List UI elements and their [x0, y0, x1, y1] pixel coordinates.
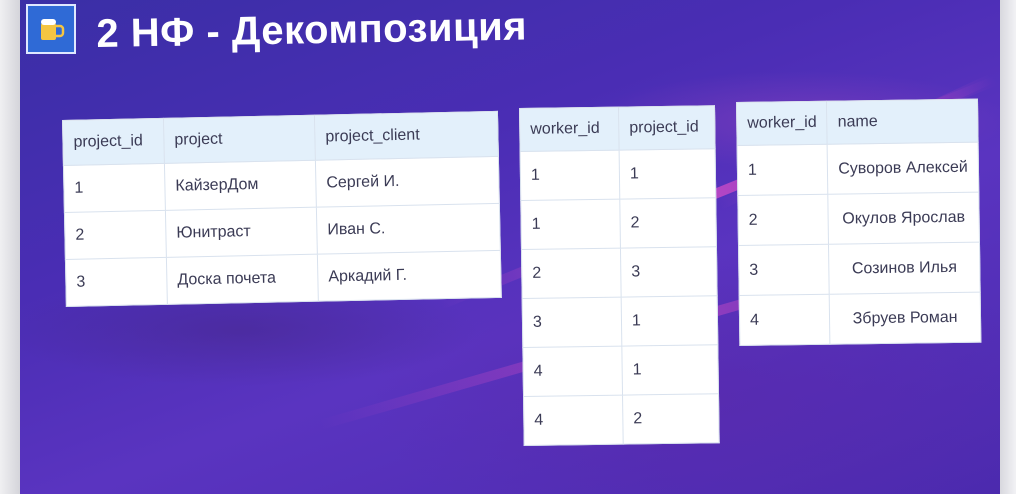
- table-cell: 1: [520, 199, 621, 250]
- table-cell: Окулов Ярослав: [828, 192, 980, 245]
- table-cell: 2: [521, 248, 622, 299]
- table-row: 1 1: [520, 148, 716, 201]
- table-row: 3 1: [522, 295, 718, 348]
- table-row: 2 Окулов Ярослав: [737, 192, 980, 246]
- table-cell: 2: [737, 194, 829, 246]
- worker-projects-table: worker_id project_id 1 1 1 2 2 3 3 1 4 1…: [519, 105, 720, 446]
- table-cell: 3: [522, 297, 622, 348]
- table-row: 3 Созинов Илья: [738, 242, 980, 296]
- table-row: 4 1: [522, 344, 719, 397]
- table-cell: 2: [64, 210, 167, 260]
- table-header-row: worker_id name: [736, 99, 978, 146]
- column-header: name: [826, 99, 978, 145]
- table-cell: Доска почета: [166, 254, 319, 305]
- workers-table: worker_id name 1 Суворов Алексей 2 Окуло…: [736, 98, 982, 346]
- table-cell: 3: [620, 246, 718, 298]
- projects-table: project_id project project_client 1 Кайз…: [62, 110, 502, 307]
- table-cell: 1: [621, 344, 719, 396]
- table-cell: Аркадий Г.: [317, 250, 502, 302]
- table-row: 2 3: [521, 246, 718, 299]
- table-cell: 1: [520, 150, 620, 201]
- table-cell: 4: [739, 294, 831, 346]
- table-cell: 4: [522, 346, 623, 397]
- table-row: 1 2: [520, 197, 717, 250]
- table-cell: 3: [65, 257, 168, 307]
- table-cell: Збруев Роман: [829, 292, 981, 345]
- beer-mug-icon: [26, 4, 76, 54]
- slide-title: 2 НФ - Декомпозиция: [96, 4, 528, 56]
- table-cell: Иван С.: [316, 203, 501, 255]
- table-row: 4 Збруев Роман: [739, 292, 981, 346]
- table-cell: 4: [523, 395, 624, 446]
- table-cell: 2: [622, 393, 720, 445]
- table-cell: Созинов Илья: [828, 242, 980, 295]
- table-row: 1 Суворов Алексей: [737, 142, 979, 196]
- table-cell: 2: [619, 197, 717, 249]
- table-cell: КайзерДом: [164, 160, 317, 211]
- table-cell: 1: [621, 295, 718, 347]
- table-cell: Суворов Алексей: [827, 142, 979, 195]
- table-cell: 3: [738, 244, 830, 296]
- table-cell: 1: [63, 163, 166, 213]
- table-row: 4 2: [523, 393, 720, 446]
- column-header: project: [163, 115, 316, 164]
- table-header-row: worker_id project_id: [519, 105, 716, 152]
- monitor-bezel-left: [0, 0, 20, 494]
- table-cell: Сергей И.: [315, 156, 500, 208]
- monitor-bezel-right: [1000, 0, 1016, 494]
- column-header: worker_id: [736, 101, 828, 146]
- column-header: project_client: [314, 111, 499, 161]
- table-cell: 1: [737, 144, 829, 196]
- table-cell: 1: [619, 148, 716, 200]
- column-header: project_id: [618, 105, 716, 151]
- table-row: 3 Доска почета Аркадий Г.: [65, 250, 502, 307]
- column-header: project_id: [62, 118, 165, 166]
- table-cell: Юнитраст: [165, 207, 318, 258]
- column-header: worker_id: [519, 107, 620, 152]
